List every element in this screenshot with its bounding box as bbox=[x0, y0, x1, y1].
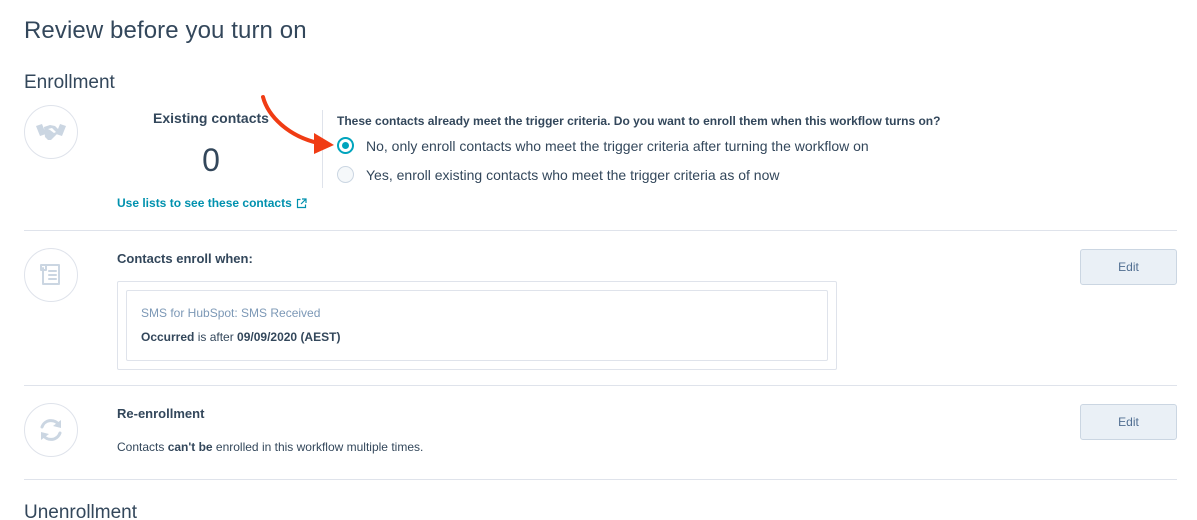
reenrollment-icon-circle bbox=[24, 403, 78, 457]
enroll-when-icon-circle bbox=[24, 248, 78, 302]
enrollment-question: These contacts already meet the trigger … bbox=[337, 114, 941, 128]
use-lists-link-label: Use lists to see these contacts bbox=[117, 196, 292, 210]
page-title: Review before you turn on bbox=[24, 17, 307, 44]
radio-button-no[interactable] bbox=[337, 137, 354, 154]
enrollment-icon-circle bbox=[24, 105, 78, 159]
annotation-arrow-icon bbox=[261, 95, 334, 154]
refresh-icon bbox=[40, 419, 62, 441]
reenrollment-desc-bold: can't be bbox=[167, 440, 213, 454]
radio-option-yes[interactable]: Yes, enroll existing contacts who meet t… bbox=[337, 166, 779, 183]
edit-reenrollment-button[interactable]: Edit bbox=[1080, 404, 1177, 440]
document-list-icon bbox=[40, 264, 60, 285]
divider-3 bbox=[24, 479, 1177, 480]
reenrollment-heading: Re-enrollment bbox=[117, 406, 205, 421]
divider-2 bbox=[24, 385, 1177, 386]
criteria-filter: SMS for HubSpot: SMS Received Occurred i… bbox=[126, 290, 828, 361]
enrollment-section-title: Enrollment bbox=[24, 72, 115, 93]
radio-button-yes[interactable] bbox=[337, 166, 354, 183]
radio-option-yes-label: Yes, enroll existing contacts who meet t… bbox=[366, 166, 780, 183]
radio-option-no[interactable]: No, only enroll contacts who meet the tr… bbox=[337, 137, 869, 154]
criteria-source: SMS for HubSpot: SMS Received bbox=[141, 306, 321, 320]
criteria-operator: is after bbox=[194, 330, 238, 344]
edit-enroll-criteria-button[interactable]: Edit bbox=[1080, 249, 1177, 285]
reenrollment-desc-prefix: Contacts bbox=[117, 440, 168, 454]
external-link-icon bbox=[296, 197, 307, 208]
reenrollment-desc-suffix: enrolled in this workflow multiple times… bbox=[212, 440, 424, 454]
use-lists-link[interactable]: Use lists to see these contacts bbox=[117, 196, 307, 210]
enroll-when-heading: Contacts enroll when: bbox=[117, 251, 253, 266]
criteria-value: 09/09/2020 (AEST) bbox=[237, 330, 341, 344]
radio-option-no-label: No, only enroll contacts who meet the tr… bbox=[366, 137, 869, 154]
criteria-property: Occurred bbox=[141, 330, 195, 344]
criteria-card: SMS for HubSpot: SMS Received Occurred i… bbox=[117, 281, 837, 370]
reenrollment-description: Contacts can't be enrolled in this workf… bbox=[117, 440, 423, 454]
unenrollment-section-title: Unenrollment bbox=[24, 502, 137, 520]
criteria-rule: Occurred is after 09/09/2020 (AEST) bbox=[141, 330, 813, 344]
handshake-icon bbox=[36, 124, 66, 140]
divider-1 bbox=[24, 230, 1177, 231]
